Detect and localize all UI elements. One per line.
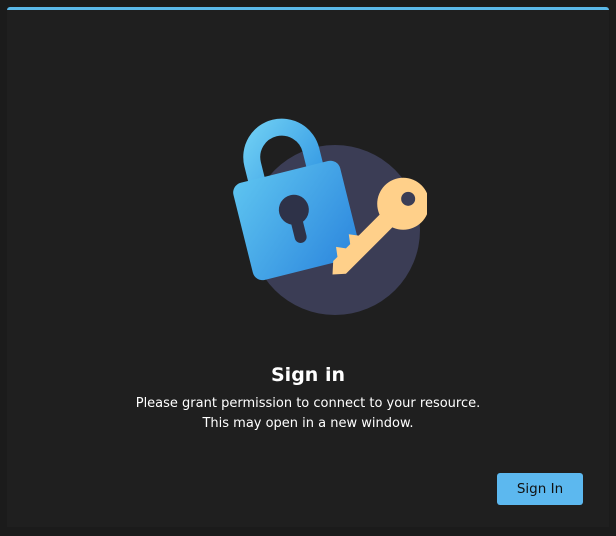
dialog-message-container: Please grant permission to connect to yo… <box>7 394 609 434</box>
sign-in-button[interactable]: Sign In <box>497 473 583 505</box>
dialog-message: Please grant permission to connect to yo… <box>135 396 481 431</box>
sign-in-dialog: Sign in Please grant permission to conne… <box>7 7 609 527</box>
lock-and-key-icon <box>217 115 427 320</box>
dialog-title: Sign in <box>271 364 345 386</box>
